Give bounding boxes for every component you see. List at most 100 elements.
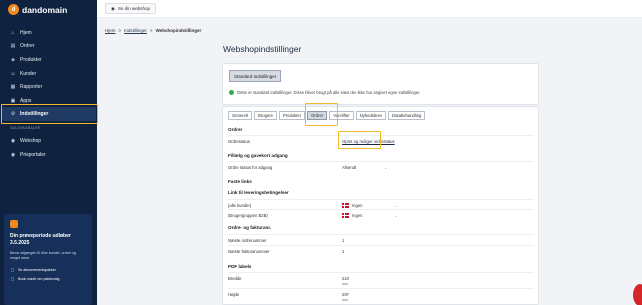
tab-databehandling[interactable]: Databehandling: [388, 111, 426, 120]
next-invoice-label: Næste fakturanummer: [228, 249, 270, 254]
terms-select-all[interactable]: Ingen ⌄: [342, 203, 397, 208]
sidebar-item-apps[interactable]: ▣ Apps: [10, 96, 90, 105]
sidebar-item-label: Kunder: [20, 70, 37, 77]
next-invoice-row: Næste fakturanummer 1: [228, 245, 534, 257]
pdf-height-input[interactable]: 297: [342, 292, 349, 297]
sidebar-item-indstillinger[interactable]: ⚙ Indstillinger: [2, 107, 96, 121]
next-order-label: Næste ordrenummer: [228, 238, 267, 243]
sidebar-item-label: Indstillinger: [20, 111, 49, 117]
payment-status-value: Afsendt: [342, 165, 357, 170]
tab-produkter[interactable]: Produkter: [278, 111, 306, 120]
tab-ordrer[interactable]: Ordrer: [307, 111, 328, 120]
tab-nyhedsbrev[interactable]: Nyhedsbrev: [355, 111, 387, 120]
breadcrumb: Hjem > Indstillinger > Webshopindstillin…: [105, 28, 201, 33]
check-icon: [229, 90, 234, 95]
pdf-width-unit: mm: [342, 282, 348, 286]
breadcrumb-separator: >: [118, 28, 122, 33]
settings-icon: ⚙: [10, 111, 16, 117]
standard-settings-note-text: Dette er standard indstillinger. Disse b…: [237, 90, 421, 95]
dandomain-logo-icon: d: [8, 4, 19, 15]
apps-icon: ▣: [10, 97, 16, 104]
next-order-row: Næste ordrenummer 1: [228, 234, 534, 245]
products-icon: ◈: [11, 56, 15, 63]
danish-flag-icon: [342, 213, 349, 218]
help-chat-button[interactable]: [633, 284, 642, 305]
sidebar-item-rapporter[interactable]: ▦ Rapporter: [10, 82, 90, 91]
breadcrumb-separator: >: [149, 28, 153, 33]
page-title: Webshopindstillinger: [223, 44, 302, 54]
sidebar-item-label: Hjem: [20, 29, 32, 36]
pdf-labels-title: PDF labels: [228, 264, 252, 269]
promo-title: Din prøveperiode udløber 3.5.2025: [10, 233, 71, 246]
sales-channels-heading: SALGSKANALER: [10, 126, 41, 130]
sidebar-item-label: Ordrer: [20, 42, 35, 49]
sidebar-item-prisportaler[interactable]: ◉ Prisportaler: [10, 150, 90, 159]
breadcrumb-current: Webshopindstillinger: [155, 28, 202, 33]
sidebar-item-label: Produkter: [20, 56, 42, 63]
order-status-row: Ordrestatus Opret og rediger ordrestatus: [228, 135, 534, 148]
pdf-width-row: Bredde 210 mm: [228, 272, 534, 288]
sidebar-item-produkter[interactable]: ◈ Produkter: [10, 55, 90, 64]
payment-status-label: Ordre status for adgang: [228, 165, 273, 170]
promo-link-label: Book møde om pakkevalg: [18, 276, 60, 281]
terms-select-b2b[interactable]: Ingen ⌄: [342, 213, 397, 218]
sidebar-item-label: Apps: [20, 97, 32, 104]
book-meeting-link[interactable]: ▢ Book møde om pakkevalg: [10, 276, 86, 281]
standard-settings-button[interactable]: Standard Indstillinger: [229, 70, 282, 82]
pdf-width-label: Bredde: [228, 276, 242, 281]
chevron-down-icon: ⌄: [384, 165, 387, 170]
chevron-down-icon: ⌄: [394, 203, 397, 208]
sidebar-item-webshop[interactable]: ◉ Webshop: [10, 136, 90, 145]
subscription-packages-link[interactable]: ▢ Se abonnementspakker: [10, 267, 86, 272]
standard-settings-card: Standard Indstillinger Dette er standard…: [222, 63, 539, 105]
sidebar-item-label: Rapporter: [20, 83, 43, 90]
breadcrumb-settings[interactable]: Indstillinger: [124, 28, 147, 33]
terms-select-value: Ingen: [352, 213, 363, 218]
tab-brugere[interactable]: Brugere: [254, 111, 277, 120]
edit-order-status-link[interactable]: Opret og rediger ordrestatus: [342, 139, 395, 144]
pdf-width-input[interactable]: 210: [342, 276, 349, 281]
home-icon: ⌂: [11, 29, 15, 36]
trial-promo-card: Din prøveperiode udløber 3.5.2025 Bevar …: [4, 214, 92, 305]
terms-row-all: (alle kunder) Ingen ⌄: [228, 199, 534, 209]
calendar-icon: ▢: [10, 276, 15, 281]
promo-icon: [10, 220, 18, 228]
view-webshop-button[interactable]: ◉ Se din webshop: [105, 3, 156, 14]
eye-icon: ◉: [111, 5, 115, 11]
terms-row-b2b: (Brugergruppen B2B) Ingen ⌄: [228, 209, 534, 220]
price-portal-icon: ◉: [10, 151, 16, 158]
tab-varelifter[interactable]: Varelifter: [329, 111, 354, 120]
settings-tabs: Generelt Brugere Produkter Ordrer Vareli…: [228, 111, 426, 120]
chevron-down-icon: ⌄: [394, 213, 397, 218]
next-order-input[interactable]: 1: [342, 238, 344, 243]
pdf-height-row: Højde 297 mm: [228, 288, 534, 304]
promo-link-label: Se abonnementspakker: [18, 267, 56, 272]
order-status-label: Ordrestatus: [228, 139, 250, 144]
customers-icon: ☺: [10, 70, 16, 77]
sidebar-item-ordrer[interactable]: ▤ Ordrer: [10, 41, 90, 50]
breadcrumb-home[interactable]: Hjem: [105, 28, 116, 33]
orders-section-title: Ordrer: [228, 127, 243, 132]
tab-generelt[interactable]: Generelt: [228, 111, 253, 120]
payment-status-row: Ordre status for adgang Afsendt ⌄: [228, 161, 534, 174]
terms-row-label: (alle kunder): [228, 203, 252, 208]
sidebar-item-label: Webshop: [20, 137, 42, 144]
pdf-height-label: Højde: [228, 292, 240, 297]
sidebar: d dandomain ⌂ Hjem ▤ Ordrer ◈ Produkter …: [0, 0, 97, 305]
terms-select-value: Ingen: [352, 203, 363, 208]
payment-section-title: Fillælg og gavekort adgang: [228, 153, 288, 158]
next-invoice-input[interactable]: 1: [342, 249, 344, 254]
payment-status-select[interactable]: Afsendt ⌄: [342, 165, 387, 170]
sidebar-item-hjem[interactable]: ⌂ Hjem: [10, 28, 90, 37]
sidebar-item-kunder[interactable]: ☺ Kunder: [10, 69, 90, 78]
standard-settings-note: Dette er standard indstillinger. Disse b…: [229, 90, 420, 95]
orders-icon: ▤: [10, 42, 16, 49]
brand-logo[interactable]: d dandomain: [8, 4, 67, 15]
sidebar-item-label: Prisportaler: [20, 151, 46, 158]
terms-link-title: Link til levering­sbetingelser: [228, 190, 289, 195]
webshop-icon: ◉: [10, 137, 16, 144]
fixed-links-title: Faste links: [228, 179, 252, 184]
promo-text: Bevar adgangen til dine kunder, ordrer o…: [10, 251, 77, 260]
pdf-height-unit: mm: [342, 298, 348, 302]
reports-icon: ▦: [10, 83, 16, 90]
